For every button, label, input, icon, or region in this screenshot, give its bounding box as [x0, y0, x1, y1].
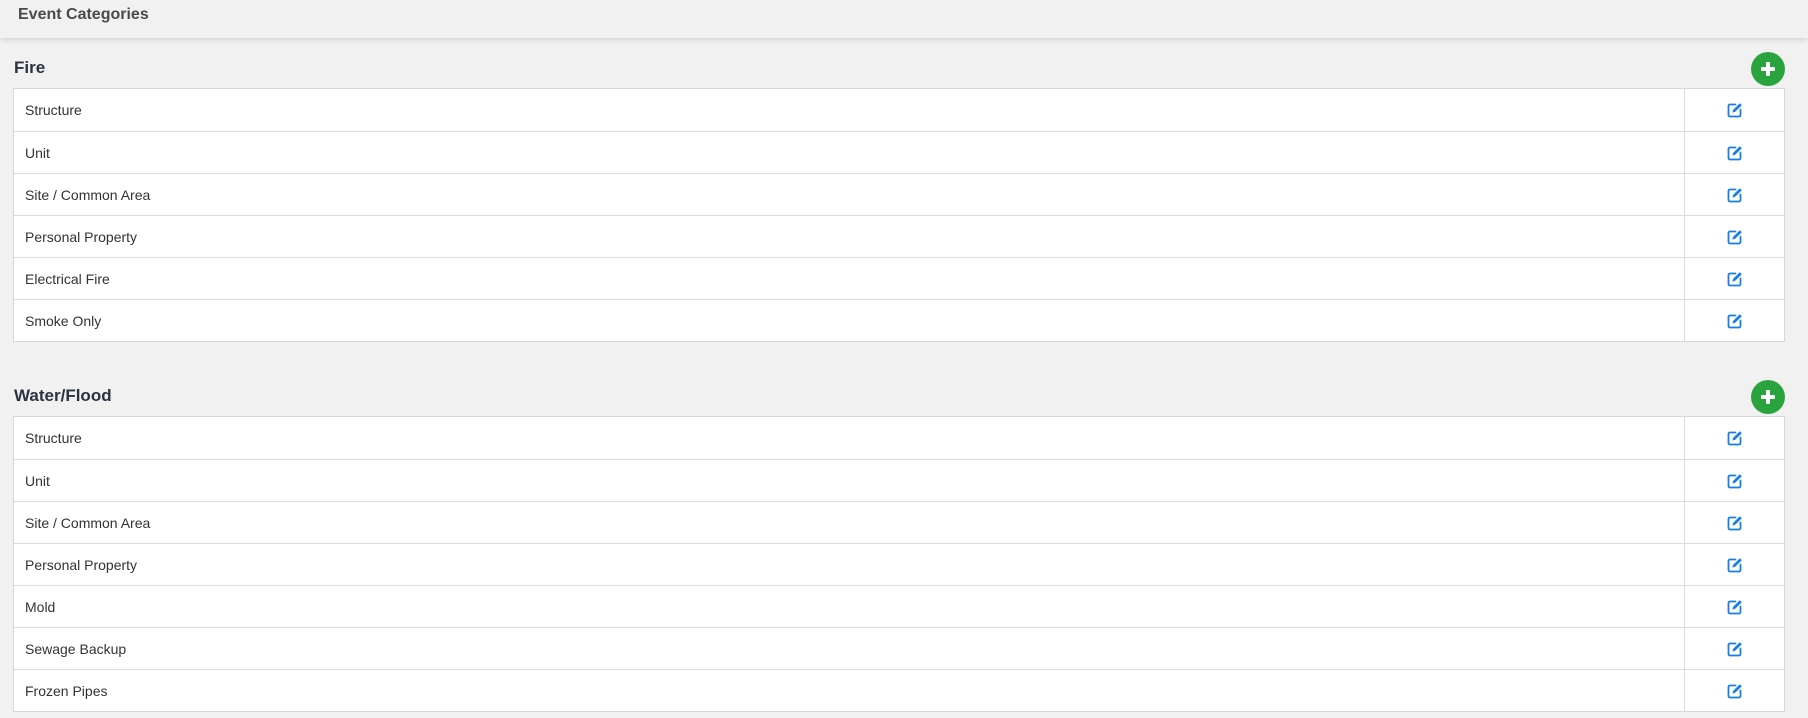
edit-icon	[1727, 599, 1742, 614]
list-item: Structure	[14, 417, 1784, 459]
page-title: Event Categories	[18, 6, 149, 23]
category-label: Site / Common Area	[25, 186, 151, 203]
plus-icon	[1761, 62, 1775, 76]
category-label: Structure	[25, 430, 82, 446]
edit-button[interactable]	[1684, 586, 1784, 627]
list-item: Sewage Backup	[14, 627, 1784, 669]
edit-icon	[1727, 271, 1742, 286]
edit-icon	[1727, 145, 1742, 160]
category-list: Structure Unit Site / Common Area Person…	[13, 88, 1785, 342]
edit-button[interactable]	[1684, 174, 1784, 215]
category-group-fire: Fire Structure Unit Site / Common Area P…	[13, 50, 1785, 342]
edit-icon	[1727, 557, 1742, 572]
edit-button[interactable]	[1684, 258, 1784, 299]
category-list: Structure Unit Site / Common Area Person…	[13, 416, 1785, 712]
edit-icon	[1727, 431, 1742, 446]
group-header: Water/Flood	[13, 378, 1785, 416]
category-label: Personal Property	[25, 228, 138, 245]
plus-icon	[1761, 390, 1775, 404]
page-header: Event Categories	[0, 0, 1808, 38]
edit-icon	[1727, 187, 1742, 202]
list-item: Structure	[14, 89, 1784, 131]
category-label: Unit	[25, 144, 50, 161]
list-item: Frozen Pipes	[14, 669, 1784, 711]
edit-button[interactable]	[1684, 502, 1784, 543]
edit-button[interactable]	[1684, 216, 1784, 257]
edit-icon	[1727, 683, 1742, 698]
category-group-water-flood: Water/Flood Structure Unit Site / Common…	[13, 378, 1785, 712]
category-label: Mold	[25, 598, 56, 615]
edit-icon	[1727, 103, 1742, 118]
list-item: Unit	[14, 459, 1784, 501]
category-label: Unit	[25, 472, 50, 489]
list-item: Smoke Only	[14, 299, 1784, 341]
group-title: Water/Flood	[14, 386, 112, 405]
edit-icon	[1727, 515, 1742, 530]
edit-button[interactable]	[1684, 460, 1784, 501]
list-item: Electrical Fire	[14, 257, 1784, 299]
edit-button[interactable]	[1684, 89, 1784, 131]
category-label: Personal Property	[25, 556, 138, 573]
edit-button[interactable]	[1684, 417, 1784, 459]
list-item: Unit	[14, 131, 1784, 173]
list-item: Site / Common Area	[14, 173, 1784, 215]
categories-content: Fire Structure Unit Site / Common Area P…	[13, 50, 1785, 712]
edit-icon	[1727, 229, 1742, 244]
list-item: Site / Common Area	[14, 501, 1784, 543]
list-item: Personal Property	[14, 215, 1784, 257]
add-category-button[interactable]	[1751, 380, 1785, 414]
edit-button[interactable]	[1684, 132, 1784, 173]
edit-icon	[1727, 313, 1742, 328]
list-item: Personal Property	[14, 543, 1784, 585]
edit-icon	[1727, 641, 1742, 656]
edit-button[interactable]	[1684, 628, 1784, 669]
edit-button[interactable]	[1684, 670, 1784, 711]
category-label: Frozen Pipes	[25, 682, 108, 699]
edit-button[interactable]	[1684, 300, 1784, 341]
list-item: Mold	[14, 585, 1784, 627]
group-header: Fire	[13, 50, 1785, 88]
edit-icon	[1727, 473, 1742, 488]
category-label: Electrical Fire	[25, 270, 110, 287]
category-label: Sewage Backup	[25, 640, 127, 657]
category-label: Site / Common Area	[25, 514, 151, 531]
category-label: Structure	[25, 102, 82, 118]
edit-button[interactable]	[1684, 544, 1784, 585]
add-category-button[interactable]	[1751, 52, 1785, 86]
group-title: Fire	[14, 58, 46, 77]
category-label: Smoke Only	[25, 312, 102, 329]
